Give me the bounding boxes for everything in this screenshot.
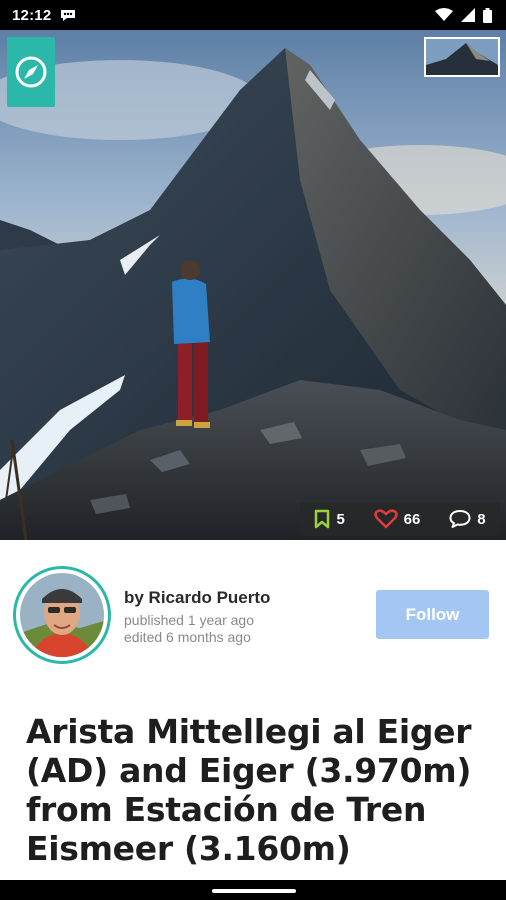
mountain-photo	[0, 30, 506, 540]
like-stat[interactable]: 66	[373, 509, 421, 529]
system-nav-bar	[0, 880, 506, 900]
notification-icon	[59, 8, 77, 22]
signal-icon	[461, 8, 475, 22]
published-date: published 1 year ago	[124, 612, 254, 628]
title-line: Arista Mittellegi al Eiger	[26, 712, 472, 751]
comment-stat[interactable]: 8	[449, 509, 486, 529]
title-line: (AD) and Eiger (3.970m)	[26, 751, 472, 790]
comment-icon	[449, 510, 471, 528]
edited-date: edited 6 months ago	[124, 629, 251, 645]
status-time: 12:12	[12, 6, 52, 24]
compass-button[interactable]	[7, 37, 55, 107]
like-count: 66	[403, 510, 421, 528]
heart-icon	[373, 509, 398, 529]
wifi-icon	[435, 8, 453, 22]
bookmark-icon	[315, 509, 330, 529]
bookmark-stat[interactable]: 5	[314, 509, 345, 529]
author-section: by Ricardo Puerto published 1 year ago e…	[0, 540, 506, 700]
author-name[interactable]: by Ricardo Puerto	[124, 588, 270, 608]
compass-icon	[15, 56, 47, 88]
comment-count: 8	[477, 510, 486, 528]
status-bar: 12:12	[0, 0, 506, 30]
bookmark-count: 5	[336, 510, 345, 528]
follow-button[interactable]: Follow	[376, 590, 489, 639]
battery-icon	[483, 7, 492, 23]
article-title: Arista Mittellegi al Eiger (AD) and Eige…	[26, 712, 486, 868]
title-line: Eismeer (3.160m)	[26, 829, 351, 868]
title-line: from Estación de Tren	[26, 790, 427, 829]
photo-thumbnail[interactable]	[424, 37, 500, 77]
hero-image[interactable]: 5 66 8	[0, 30, 506, 540]
author-photo	[20, 573, 104, 657]
stats-bar: 5 66 8	[300, 502, 500, 536]
home-gesture-handle[interactable]	[212, 889, 296, 893]
thumbnail-image	[426, 39, 498, 75]
avatar[interactable]	[13, 566, 111, 664]
